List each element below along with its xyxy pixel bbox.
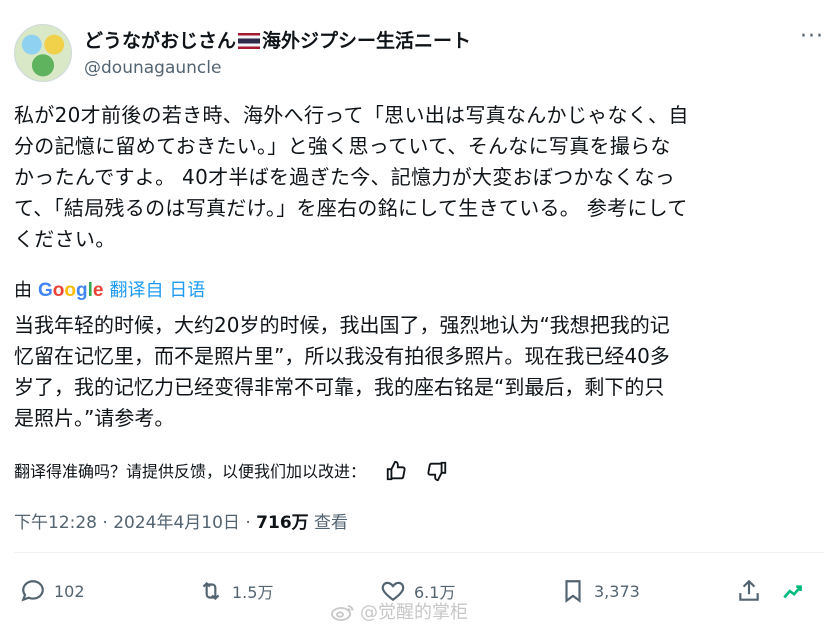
retweet-button[interactable]: 1.5万 bbox=[198, 574, 273, 608]
meta-separator: · bbox=[239, 513, 257, 533]
bookmark-count: 3,373 bbox=[594, 581, 640, 601]
tweet-card: どうながおじさん 海外ジプシー生活ニート @dounagauncle ··· 私が… bbox=[0, 0, 838, 631]
tweet-text-line: ください。 bbox=[14, 227, 116, 251]
tweet-time[interactable]: 下午12:28 bbox=[14, 513, 97, 533]
tweet-text-line: 私が20才前後の若き時、海外へ行って「思い出は写真なんかじゃなく、自 bbox=[14, 103, 689, 127]
google-letter: o bbox=[52, 280, 65, 301]
thumbs-up-icon[interactable] bbox=[385, 460, 407, 482]
translation-feedback: 翻译得准确吗？请提供反馈，以便我们加以改进： bbox=[14, 458, 448, 482]
user-handle[interactable]: @dounagauncle bbox=[84, 58, 221, 78]
translated-text: 当我年轻的时候，大约20岁的时候，我出国了，强烈地认为“我想把我的记 忆留在记忆… bbox=[14, 310, 824, 434]
google-letter: g bbox=[76, 280, 88, 301]
google-letter: o bbox=[64, 280, 76, 301]
views-label: 查看 bbox=[308, 513, 349, 533]
tweet-text-line: かったんですよ。 40才半ばを過ぎた今、記憶力が大変おぼつかなくなっ bbox=[14, 165, 676, 189]
google-letter: e bbox=[92, 280, 104, 301]
tweet-text: 私が20才前後の若き時、海外へ行って「思い出は写真なんかじゃなく、自 分の記憶に… bbox=[14, 100, 824, 255]
thailand-flag-icon bbox=[238, 33, 261, 49]
translated-from-link[interactable]: 翻译自 日语 bbox=[109, 280, 205, 301]
translated-by-label: 由 bbox=[14, 280, 32, 301]
translated-text-line: 是照片。”请参考。 bbox=[14, 406, 175, 430]
share-icon bbox=[739, 579, 759, 601]
analytics-icon bbox=[783, 585, 802, 599]
analytics-button[interactable] bbox=[780, 574, 814, 608]
display-name-part-2: 海外ジプシー生活ニート bbox=[262, 30, 472, 52]
reply-count: 102 bbox=[54, 581, 85, 601]
display-name[interactable]: どうながおじさん 海外ジプシー生活ニート bbox=[84, 26, 471, 53]
weibo-logo-icon bbox=[331, 605, 354, 621]
reply-button[interactable]: 102 bbox=[20, 574, 85, 608]
views-count: 716万 bbox=[256, 513, 309, 533]
divider bbox=[14, 552, 824, 553]
translated-text-line: 忆留在记忆里，而不是照片里”，所以我没有拍很多照片。现在我已经40多 bbox=[14, 344, 670, 368]
avatar[interactable] bbox=[14, 24, 72, 82]
translated-by-google: 由 Google 翻译自 日语 bbox=[14, 276, 205, 302]
thumbs-down-icon[interactable] bbox=[426, 460, 448, 482]
tweet-header: どうながおじさん 海外ジプシー生活ニート @dounagauncle ··· bbox=[14, 20, 824, 82]
retweet-count: 1.5万 bbox=[232, 583, 274, 602]
meta-separator: · bbox=[97, 513, 114, 533]
google-logo: Google bbox=[38, 280, 103, 301]
tweet-text-line: 分の記憶に留めておきたい。」と強く思っていて、そんなに写真を撮らな bbox=[14, 134, 671, 158]
display-name-part-1: どうながおじさん bbox=[84, 30, 237, 52]
weibo-watermark: @觉醒的掌柜 bbox=[330, 598, 468, 624]
translated-text-line: 岁了，我的记忆力已经变得非常不可靠，我的座右铭是“到最后，剩下的只 bbox=[14, 375, 665, 399]
google-letter: G bbox=[38, 280, 53, 301]
bookmark-button[interactable]: 3,373 bbox=[560, 574, 640, 608]
feedback-prompt: 翻译得准确吗？请提供反馈，以便我们加以改进： bbox=[14, 462, 367, 481]
tweet-meta: 下午12:28 · 2024年4月10日 · 716万 查看 bbox=[14, 508, 348, 533]
reply-icon bbox=[21, 580, 44, 602]
tweet-date[interactable]: 2024年4月10日 bbox=[113, 513, 240, 533]
bookmark-icon bbox=[565, 580, 581, 603]
retweet-icon bbox=[202, 581, 220, 601]
share-button[interactable] bbox=[736, 574, 770, 608]
more-options-icon[interactable]: ··· bbox=[800, 24, 824, 49]
translated-text-line: 当我年轻的时候，大约20岁的时候，我出国了，强烈地认为“我想把我的记 bbox=[14, 313, 670, 337]
tweet-text-line: て、「結局残るのは写真だけ。」を座右の銘にして生きている。 参考にして bbox=[14, 196, 688, 220]
watermark-text: @觉醒的掌柜 bbox=[360, 602, 468, 623]
